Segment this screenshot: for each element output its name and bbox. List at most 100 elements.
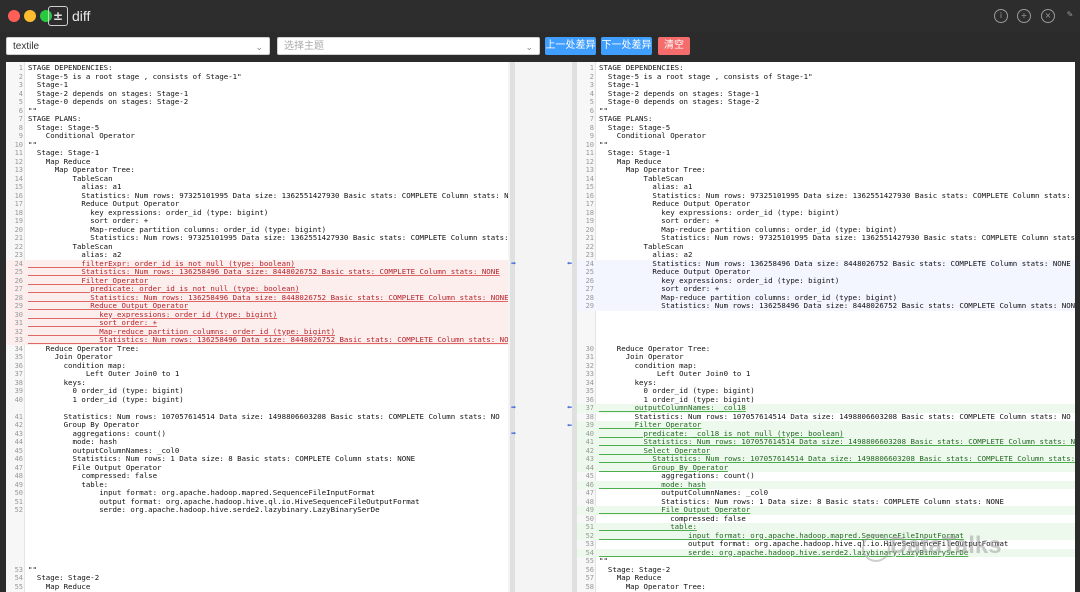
line-number: 41 bbox=[585, 438, 594, 446]
code-line[interactable]: Map Operator Tree: bbox=[599, 582, 706, 592]
line-number: 1 bbox=[18, 64, 23, 72]
line-number: 45 bbox=[14, 446, 23, 455]
code-line[interactable]: 1 order_id (type: bigint) bbox=[28, 395, 183, 405]
line-number: 6 bbox=[589, 106, 594, 115]
line-number: 39 bbox=[14, 387, 23, 395]
line-number: 24 bbox=[585, 259, 594, 268]
line-number: 12 bbox=[585, 157, 594, 166]
info-icon[interactable]: i bbox=[994, 9, 1008, 23]
line-number: 18 bbox=[14, 208, 23, 217]
line-number: 2 bbox=[18, 72, 23, 81]
line-number: 2 bbox=[589, 72, 594, 81]
line-number: 5 bbox=[589, 98, 594, 106]
line-number: 39 bbox=[585, 421, 594, 429]
line-number: 50 bbox=[14, 489, 23, 497]
left-scrollbar[interactable] bbox=[510, 62, 515, 592]
line-number: 28 bbox=[14, 293, 23, 302]
line-number: 46 bbox=[14, 455, 23, 463]
chevron-down-icon: ⌄ bbox=[255, 42, 263, 52]
code-line[interactable]: serde: org.apache.hadoop.hive.serde2.laz… bbox=[28, 505, 379, 515]
line-number: 47 bbox=[14, 463, 23, 472]
zoom-icon[interactable]: + bbox=[1017, 9, 1031, 23]
line-number: 35 bbox=[585, 387, 594, 395]
merge-arrow-icon[interactable]: ⬅ bbox=[567, 422, 572, 429]
line-number: 27 bbox=[585, 285, 594, 293]
merge-arrow-icon[interactable]: ➡ bbox=[511, 430, 516, 437]
chevron-down-icon: ⌄ bbox=[525, 42, 533, 52]
line-number: 13 bbox=[14, 166, 23, 174]
minimize-window-button[interactable] bbox=[24, 10, 36, 22]
line-number: 49 bbox=[14, 480, 23, 489]
code-line[interactable]: Stage-0 depends on stages: Stage-2 bbox=[28, 97, 188, 107]
line-number: 32 bbox=[585, 361, 594, 370]
line-number: 7 bbox=[18, 115, 23, 123]
left-select-value: textile bbox=[13, 41, 40, 52]
line-number: 1 bbox=[589, 64, 594, 72]
line-number: 41 bbox=[14, 412, 23, 421]
line-number: 3 bbox=[18, 81, 23, 89]
next-diff-button[interactable]: 下一处差异 bbox=[601, 37, 652, 55]
line-number: 19 bbox=[585, 217, 594, 225]
line-number: 16 bbox=[14, 191, 23, 200]
line-number: 10 bbox=[14, 140, 23, 149]
line-number: 43 bbox=[585, 455, 594, 463]
line-number: 29 bbox=[14, 302, 23, 310]
line-number: 44 bbox=[585, 463, 594, 472]
code-line[interactable]: Conditional Operator bbox=[599, 131, 706, 141]
line-number: 44 bbox=[14, 438, 23, 446]
line-number: 43 bbox=[14, 429, 23, 438]
line-number: 31 bbox=[14, 319, 23, 327]
line-number: 57 bbox=[585, 574, 594, 582]
merge-arrow-icon[interactable]: ⬅ bbox=[567, 404, 572, 411]
line-number: 26 bbox=[14, 276, 23, 285]
line-number: 37 bbox=[14, 370, 23, 378]
line-number: 25 bbox=[14, 268, 23, 276]
pin-icon[interactable]: ✎ bbox=[1064, 9, 1076, 21]
line-number: 48 bbox=[14, 472, 23, 480]
line-number: 42 bbox=[585, 446, 594, 455]
watermark: DataTalks bbox=[890, 532, 1002, 559]
close-window-button[interactable] bbox=[8, 10, 20, 22]
line-number: 25 bbox=[585, 268, 594, 276]
line-number: 15 bbox=[585, 183, 594, 191]
right-theme-select[interactable]: 选择主题 ⌄ bbox=[277, 37, 540, 55]
line-number: 20 bbox=[14, 225, 23, 234]
line-number: 10 bbox=[585, 140, 594, 149]
line-number: 49 bbox=[585, 506, 594, 514]
line-number: 30 bbox=[14, 310, 23, 319]
line-number: 11 bbox=[585, 149, 594, 157]
line-number: 53 bbox=[14, 565, 23, 574]
line-number: 51 bbox=[585, 523, 594, 531]
merge-arrow-icon[interactable]: ➡ bbox=[511, 404, 516, 411]
left-editor-pane[interactable]: 1 STAGE DEPENDENCIES: 2 Stage-5 is a root … bbox=[6, 62, 508, 592]
right-editor-pane[interactable]: 1 STAGE DEPENDENCIES: 2 Stage-5 is a root … bbox=[577, 62, 1075, 592]
line-number: 54 bbox=[14, 574, 23, 582]
prev-diff-button[interactable]: 上一处差异 bbox=[545, 37, 596, 55]
line-number: 13 bbox=[585, 166, 594, 174]
close-circle-icon[interactable]: × bbox=[1041, 9, 1055, 23]
line-number: 17 bbox=[14, 200, 23, 208]
line-number: 7 bbox=[589, 115, 594, 123]
line-number: 22 bbox=[585, 242, 594, 251]
line-number: 9 bbox=[589, 132, 594, 140]
line-number: 31 bbox=[585, 353, 594, 361]
line-number: 54 bbox=[585, 548, 594, 557]
line-number: 26 bbox=[585, 276, 594, 285]
line-number: 11 bbox=[14, 149, 23, 157]
code-line[interactable]: Stage-0 depends on stages: Stage-2 bbox=[599, 97, 759, 107]
line-number: 20 bbox=[585, 225, 594, 234]
clear-button[interactable]: 清空 bbox=[658, 37, 690, 55]
line-number: 35 bbox=[14, 353, 23, 361]
line-number: 40 bbox=[585, 429, 594, 438]
left-theme-select[interactable]: textile ⌄ bbox=[6, 37, 270, 55]
line-number: 46 bbox=[585, 480, 594, 489]
line-number: 17 bbox=[585, 200, 594, 208]
line-number: 33 bbox=[14, 336, 23, 344]
line-number: 55 bbox=[14, 582, 23, 591]
code-line[interactable]: Conditional Operator bbox=[28, 131, 135, 141]
merge-arrow-icon[interactable]: ➡ bbox=[511, 260, 516, 267]
line-number: 51 bbox=[14, 497, 23, 506]
merge-arrow-icon[interactable]: ⬅ bbox=[567, 260, 572, 267]
line-number: 4 bbox=[589, 89, 594, 98]
code-line[interactable]: Statistics: Num rows: 136258496 Data siz… bbox=[599, 301, 1075, 311]
